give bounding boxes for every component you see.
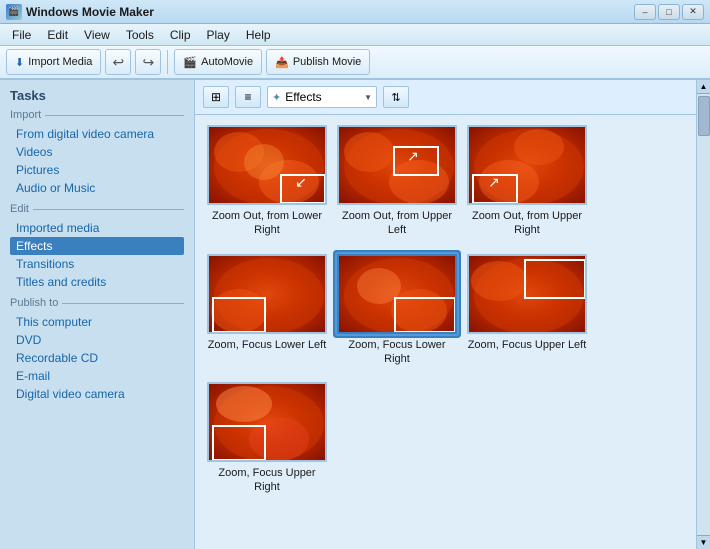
svg-text:↙: ↙	[295, 174, 307, 190]
sidebar-item-email[interactable]: E-mail	[10, 367, 184, 385]
effect-overlay-5	[339, 256, 457, 334]
effect-overlay-4	[209, 256, 327, 334]
scroll-thumb[interactable]	[698, 96, 710, 136]
tasks-label: Tasks	[10, 88, 184, 103]
grid-view-button[interactable]: ⊞	[203, 86, 229, 108]
menu-bar: File Edit View Tools Clip Play Help	[0, 24, 710, 46]
effect-overlay-2: ↗	[339, 127, 457, 205]
effect-zoom-focus-upper-left[interactable]: Zoom, Focus Upper Left	[467, 254, 587, 367]
sidebar-item-imported-media[interactable]: Imported media	[10, 219, 184, 237]
effect-zoom-out-upper-left[interactable]: ↗ Zoom Out, from UpperLeft	[337, 125, 457, 238]
effect-thumbnail-zoom-out-lower-right: ↙	[207, 125, 327, 205]
svg-text:↗: ↗	[488, 174, 500, 190]
effect-label-zoom-focus-upper-right: Zoom, Focus UpperRight	[218, 466, 315, 495]
svg-text:↗: ↗	[407, 148, 419, 164]
automovie-label: AutoMovie	[201, 56, 253, 68]
menu-file[interactable]: File	[4, 26, 39, 44]
content-panel: ⊞ ≡ ✦ Effects ▼ ⇅	[195, 80, 696, 549]
sidebar-item-recordable-cd[interactable]: Recordable CD	[10, 349, 184, 367]
effect-thumbnail-zoom-focus-lower-left	[207, 254, 327, 334]
effect-thumbnail-zoom-out-upper-left: ↗	[337, 125, 457, 205]
effect-thumbnail-zoom-out-upper-right: ↗	[467, 125, 587, 205]
publish-movie-button[interactable]: 📤 Publish Movie	[266, 49, 370, 75]
effect-label-zoom-out-upper-left: Zoom Out, from UpperLeft	[342, 209, 452, 238]
menu-clip[interactable]: Clip	[162, 26, 199, 44]
effect-overlay-6	[469, 256, 587, 334]
sidebar-item-pictures[interactable]: Pictures	[10, 161, 184, 179]
sidebar-item-from-dv[interactable]: From digital video camera	[10, 125, 184, 143]
menu-edit[interactable]: Edit	[39, 26, 76, 44]
effects-row-1: ↙ Zoom Out, from LowerRight	[207, 125, 684, 238]
effect-overlay-1: ↙	[209, 127, 327, 205]
effects-dropdown-icon: ✦	[272, 91, 281, 104]
sidebar-item-audio[interactable]: Audio or Music	[10, 179, 184, 197]
effects-row-3: Zoom, Focus UpperRight	[207, 382, 684, 495]
window-title: Windows Movie Maker	[26, 5, 154, 19]
effect-zoom-focus-lower-right[interactable]: Zoom, Focus LowerRight	[337, 254, 457, 367]
undo-icon: ↩	[113, 54, 125, 71]
import-label: Import Media	[28, 56, 92, 68]
effects-dropdown-label: Effects	[285, 90, 360, 104]
sidebar-item-dvd[interactable]: DVD	[10, 331, 184, 349]
effects-toolbar: ⊞ ≡ ✦ Effects ▼ ⇅	[195, 80, 696, 115]
minimize-button[interactable]: –	[634, 4, 656, 20]
redo-icon: ↪	[143, 54, 155, 71]
main-area: Tasks Import From digital video camera V…	[0, 80, 710, 549]
menu-help[interactable]: Help	[238, 26, 279, 44]
publish-label: Publish Movie	[293, 56, 361, 68]
title-bar: 🎬 Windows Movie Maker – □ ✕	[0, 0, 710, 24]
effects-row-2: Zoom, Focus Lower Left Zoo	[207, 254, 684, 367]
sidebar-item-transitions[interactable]: Transitions	[10, 255, 184, 273]
redo-button[interactable]: ↪	[135, 49, 161, 75]
effects-grid: ↙ Zoom Out, from LowerRight	[195, 115, 696, 549]
import-icon: ⬇	[15, 56, 24, 69]
effect-zoom-out-lower-right[interactable]: ↙ Zoom Out, from LowerRight	[207, 125, 327, 238]
effect-thumbnail-zoom-focus-upper-right	[207, 382, 327, 462]
menu-play[interactable]: Play	[199, 26, 238, 44]
menu-view[interactable]: View	[76, 26, 118, 44]
app-icon: 🎬	[6, 4, 22, 20]
effect-zoom-focus-lower-left[interactable]: Zoom, Focus Lower Left	[207, 254, 327, 367]
effects-category-dropdown[interactable]: ✦ Effects ▼	[267, 86, 377, 108]
sort-button[interactable]: ⇅	[383, 86, 409, 108]
undo-button[interactable]: ↩	[105, 49, 131, 75]
scroll-up-button[interactable]: ▲	[697, 80, 710, 94]
window-controls[interactable]: – □ ✕	[634, 4, 704, 20]
import-section-label: Import	[10, 109, 184, 121]
scroll-down-button[interactable]: ▼	[697, 535, 710, 549]
maximize-button[interactable]: □	[658, 4, 680, 20]
effect-zoom-out-upper-right[interactable]: ↗ Zoom Out, from UpperRight	[467, 125, 587, 238]
close-button[interactable]: ✕	[682, 4, 704, 20]
effect-label-zoom-focus-lower-right: Zoom, Focus LowerRight	[348, 338, 445, 367]
effect-overlay-3: ↗	[469, 127, 587, 205]
automovie-icon: 🎬	[183, 56, 197, 69]
publish-section-label: Publish to	[10, 297, 184, 309]
sort-icon: ⇅	[391, 91, 400, 104]
content-scrollbar[interactable]: ▲ ▼	[696, 80, 710, 549]
list-view-button[interactable]: ≡	[235, 86, 261, 108]
effect-label-zoom-focus-upper-left: Zoom, Focus Upper Left	[468, 338, 587, 352]
effect-label-zoom-out-upper-right: Zoom Out, from UpperRight	[472, 209, 582, 238]
toolbar: ⬇ Import Media ↩ ↪ 🎬 AutoMovie 📤 Publish…	[0, 46, 710, 80]
effect-thumbnail-zoom-focus-lower-right	[337, 254, 457, 334]
effect-label-zoom-out-lower-right: Zoom Out, from LowerRight	[212, 209, 322, 238]
sidebar-item-effects[interactable]: Effects	[10, 237, 184, 255]
effect-thumbnail-zoom-focus-upper-left	[467, 254, 587, 334]
import-media-button[interactable]: ⬇ Import Media	[6, 49, 101, 75]
sidebar-item-this-computer[interactable]: This computer	[10, 313, 184, 331]
sidebar-item-videos[interactable]: Videos	[10, 143, 184, 161]
automovie-button[interactable]: 🎬 AutoMovie	[174, 49, 262, 75]
sidebar-item-digital-video[interactable]: Digital video camera	[10, 385, 184, 403]
sidebar: Tasks Import From digital video camera V…	[0, 80, 195, 549]
effect-label-zoom-focus-lower-left: Zoom, Focus Lower Left	[208, 338, 327, 352]
publish-icon: 📤	[275, 56, 289, 69]
sidebar-item-titles[interactable]: Titles and credits	[10, 273, 184, 291]
effect-zoom-focus-upper-right[interactable]: Zoom, Focus UpperRight	[207, 382, 327, 495]
dropdown-arrow-icon: ▼	[364, 93, 372, 102]
edit-section-label: Edit	[10, 203, 184, 215]
toolbar-separator	[167, 50, 168, 74]
menu-tools[interactable]: Tools	[118, 26, 162, 44]
effect-overlay-7	[209, 384, 327, 462]
